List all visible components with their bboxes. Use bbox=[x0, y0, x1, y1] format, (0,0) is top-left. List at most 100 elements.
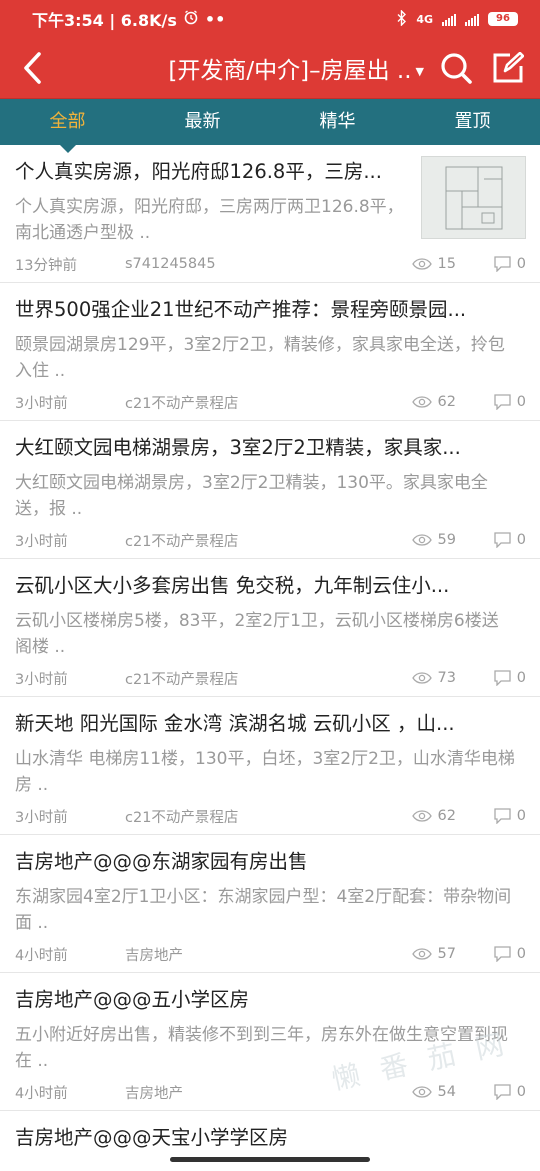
post-time: 3小时前 bbox=[15, 533, 68, 550]
post-title: 新天地 阳光国际 金水湾 滨湖名城 云矶小区 ，山... bbox=[15, 712, 455, 735]
comments-stat: 0 bbox=[474, 394, 526, 410]
views-count: 15 bbox=[437, 256, 456, 272]
comments-count: 0 bbox=[516, 808, 526, 824]
post-list: 个人真实房源，阳光府邸126.8平，三房... 个人真实房源，阳光府邸，三房两厅… bbox=[0, 145, 540, 1171]
post-time: 13分钟前 bbox=[15, 257, 77, 274]
post-item[interactable]: 个人真实房源，阳光府邸126.8平，三房... 个人真实房源，阳光府邸，三房两厅… bbox=[0, 145, 540, 283]
comment-icon bbox=[494, 808, 511, 824]
alarm-icon bbox=[183, 9, 199, 29]
post-time: 3小时前 bbox=[15, 809, 68, 826]
post-item-partial[interactable]: 吉房地产@@@天宝小学学区房 bbox=[0, 1111, 540, 1171]
comment-icon bbox=[494, 1084, 511, 1100]
app-bar: [开发商/中介]–房屋出 .. ▼ bbox=[0, 38, 540, 99]
tab-all[interactable]: 全部 bbox=[0, 99, 135, 145]
post-title: 云矶小区大小多套房出售 免交税，九年制云住小... bbox=[15, 574, 450, 597]
signal-icon-2 bbox=[465, 13, 479, 26]
views-count: 73 bbox=[437, 670, 456, 686]
post-author[interactable]: 吉房地产 bbox=[125, 944, 386, 965]
post-meta: 3小时前 c21不动产景程店 59 0 bbox=[15, 529, 526, 551]
views-stat: 62 bbox=[404, 808, 456, 824]
post-meta: 3小时前 c21不动产景程店 62 0 bbox=[15, 805, 526, 827]
post-item[interactable]: 新天地 阳光国际 金水湾 滨湖名城 云矶小区 ，山... 山水清华 电梯房11楼… bbox=[0, 697, 540, 835]
post-title: 吉房地产@@@五小学区房 bbox=[15, 988, 250, 1011]
post-title: 吉房地产@@@东湖家园有房出售 bbox=[15, 850, 308, 873]
comments-stat: 0 bbox=[474, 946, 526, 962]
search-icon bbox=[441, 53, 472, 84]
post-author[interactable]: c21不动产景程店 bbox=[125, 668, 386, 689]
back-icon bbox=[24, 52, 41, 84]
comments-count: 0 bbox=[516, 670, 526, 686]
comments-count: 0 bbox=[516, 946, 526, 962]
eye-icon bbox=[411, 396, 432, 408]
bluetooth-icon bbox=[397, 8, 407, 29]
views-stat: 73 bbox=[404, 670, 456, 686]
post-meta: 4小时前 吉房地产 54 0 bbox=[15, 1081, 526, 1103]
views-stat: 15 bbox=[404, 256, 456, 272]
comments-stat: 0 bbox=[474, 808, 526, 824]
network-type: 4G bbox=[416, 12, 433, 26]
compose-button[interactable] bbox=[482, 38, 534, 99]
post-title: 个人真实房源，阳光府邸126.8平，三房... bbox=[15, 160, 382, 183]
eye-icon bbox=[411, 534, 432, 546]
status-bar: 下午3:54 | 6.8K/s •• 4G 96 bbox=[0, 0, 540, 38]
tab-pinned[interactable]: 置顶 bbox=[405, 99, 540, 145]
post-summary: 山水清华 电梯房11楼，130平，白坯，3室2厅2卫，山水清华电梯房 .. bbox=[15, 749, 515, 795]
comment-icon bbox=[494, 256, 511, 272]
battery-indicator: 96 bbox=[488, 12, 518, 26]
status-dots: •• bbox=[204, 9, 226, 29]
tab-latest[interactable]: 最新 bbox=[135, 99, 270, 145]
post-meta: 3小时前 c21不动产景程店 73 0 bbox=[15, 667, 526, 689]
post-title: 吉房地产@@@天宝小学学区房 bbox=[15, 1126, 289, 1149]
post-item[interactable]: 吉房地产@@@东湖家园有房出售 东湖家园4室2厅1卫小区：东湖家园户型：4室2厅… bbox=[0, 835, 540, 973]
post-summary: 云矶小区楼梯房5楼，83平，2室2厅1卫，云矶小区楼梯房6楼送阁楼 .. bbox=[15, 611, 499, 657]
post-title: 大红颐文园电梯湖景房，3室2厅2卫精装，家具家... bbox=[15, 436, 461, 459]
post-summary: 东湖家园4室2厅1卫小区：东湖家园户型：4室2厅配套：带杂物间面 .. bbox=[15, 887, 512, 933]
search-button[interactable] bbox=[430, 38, 482, 99]
post-author[interactable]: s741245845 bbox=[125, 256, 386, 272]
comments-count: 0 bbox=[516, 394, 526, 410]
comment-icon bbox=[494, 670, 511, 686]
post-time: 4小时前 bbox=[15, 1085, 68, 1102]
home-indicator[interactable] bbox=[170, 1157, 370, 1162]
tab-bar: 全部 最新 精华 置顶 bbox=[0, 99, 540, 145]
status-time: 下午3:54 | 6.8K/s bbox=[32, 11, 177, 30]
page-title: [开发商/中介]–房屋出 .. bbox=[168, 58, 412, 84]
post-author[interactable]: c21不动产景程店 bbox=[125, 392, 386, 413]
back-button[interactable] bbox=[0, 38, 64, 99]
views-count: 54 bbox=[437, 1084, 456, 1100]
post-title: 世界500强企业21世纪不动产推荐：景程旁颐景园... bbox=[15, 298, 467, 321]
post-summary: 颐景园湖景房129平，3室2厅2卫，精装修，家具家电全送，拎包入住 .. bbox=[15, 335, 505, 381]
post-meta: 3小时前 c21不动产景程店 62 0 bbox=[15, 391, 526, 413]
post-item[interactable]: 世界500强企业21世纪不动产推荐：景程旁颐景园... 颐景园湖景房129平，3… bbox=[0, 283, 540, 421]
post-meta: 4小时前 吉房地产 57 0 bbox=[15, 943, 526, 965]
views-count: 62 bbox=[437, 808, 456, 824]
eye-icon bbox=[411, 258, 432, 270]
tab-featured[interactable]: 精华 bbox=[270, 99, 405, 145]
forum-title-dropdown[interactable]: [开发商/中介]–房屋出 .. ▼ bbox=[64, 51, 430, 85]
eye-icon bbox=[411, 672, 432, 684]
views-count: 57 bbox=[437, 946, 456, 962]
comment-icon bbox=[494, 946, 511, 962]
views-count: 62 bbox=[437, 394, 456, 410]
views-stat: 57 bbox=[404, 946, 456, 962]
post-author[interactable]: c21不动产景程店 bbox=[125, 806, 386, 827]
compose-icon bbox=[493, 52, 524, 83]
comments-count: 0 bbox=[516, 532, 526, 548]
post-time: 4小时前 bbox=[15, 947, 68, 964]
eye-icon bbox=[411, 1086, 432, 1098]
post-meta: 13分钟前 s741245845 15 0 bbox=[15, 253, 526, 275]
signal-icon bbox=[442, 13, 456, 26]
comments-count: 0 bbox=[516, 256, 526, 272]
comment-icon bbox=[494, 394, 511, 410]
eye-icon bbox=[411, 948, 432, 960]
post-time: 3小时前 bbox=[15, 395, 68, 412]
comment-icon bbox=[494, 532, 511, 548]
post-item[interactable]: 云矶小区大小多套房出售 免交税，九年制云住小... 云矶小区楼梯房5楼，83平，… bbox=[0, 559, 540, 697]
post-thumbnail[interactable] bbox=[421, 156, 526, 239]
comments-stat: 0 bbox=[474, 1084, 526, 1100]
post-item[interactable]: 大红颐文园电梯湖景房，3室2厅2卫精装，家具家... 大红颐文园电梯湖景房，3室… bbox=[0, 421, 540, 559]
comments-stat: 0 bbox=[474, 532, 526, 548]
eye-icon bbox=[411, 810, 432, 822]
post-author[interactable]: c21不动产景程店 bbox=[125, 530, 386, 551]
post-summary: 个人真实房源，阳光府邸，三房两厅两卫126.8平，南北通透户型极 .. bbox=[15, 197, 404, 243]
